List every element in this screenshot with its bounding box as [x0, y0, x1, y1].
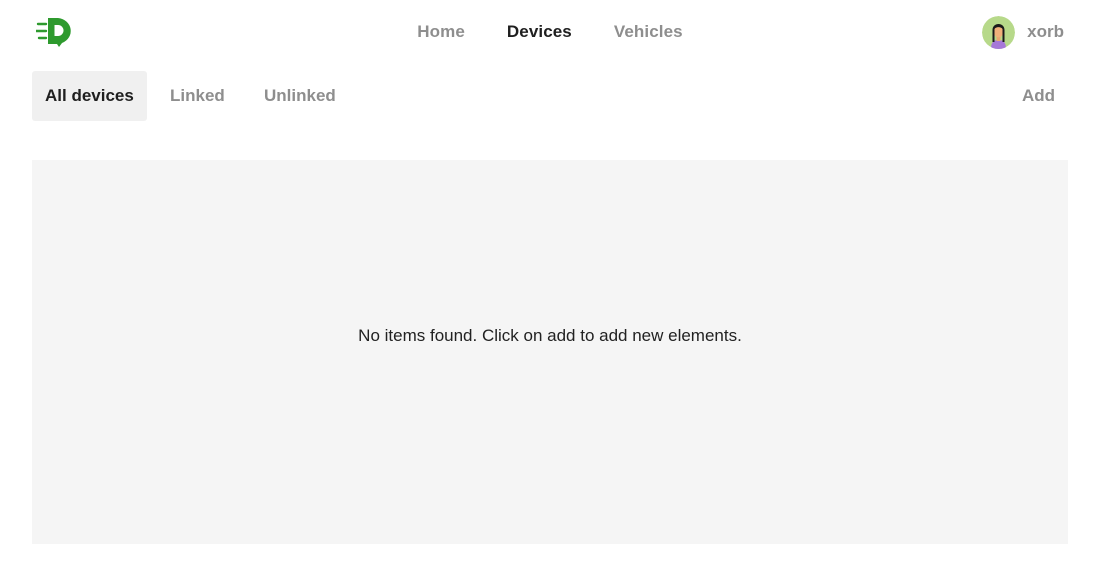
user-menu[interactable]: xorb — [982, 15, 1064, 49]
main-nav: Home Devices Vehicles — [0, 0, 1100, 64]
tab-all-devices[interactable]: All devices — [32, 71, 147, 121]
nav-vehicles[interactable]: Vehicles — [593, 22, 704, 42]
empty-state-message: No items found. Click on add to add new … — [358, 326, 742, 345]
top-navigation-bar: Home Devices Vehicles xorb — [0, 0, 1100, 64]
tab-unlinked[interactable]: Unlinked — [264, 71, 336, 121]
tab-linked[interactable]: Linked — [170, 71, 225, 121]
nav-devices[interactable]: Devices — [486, 22, 593, 42]
devices-list-panel: No items found. Click on add to add new … — [32, 160, 1068, 544]
avatar-icon — [982, 15, 1016, 49]
filter-tabs-bar: All devices Linked Unlinked Add — [32, 71, 1068, 121]
nav-home[interactable]: Home — [396, 22, 486, 42]
add-button[interactable]: Add — [1022, 71, 1055, 121]
username: xorb — [1027, 22, 1064, 41]
